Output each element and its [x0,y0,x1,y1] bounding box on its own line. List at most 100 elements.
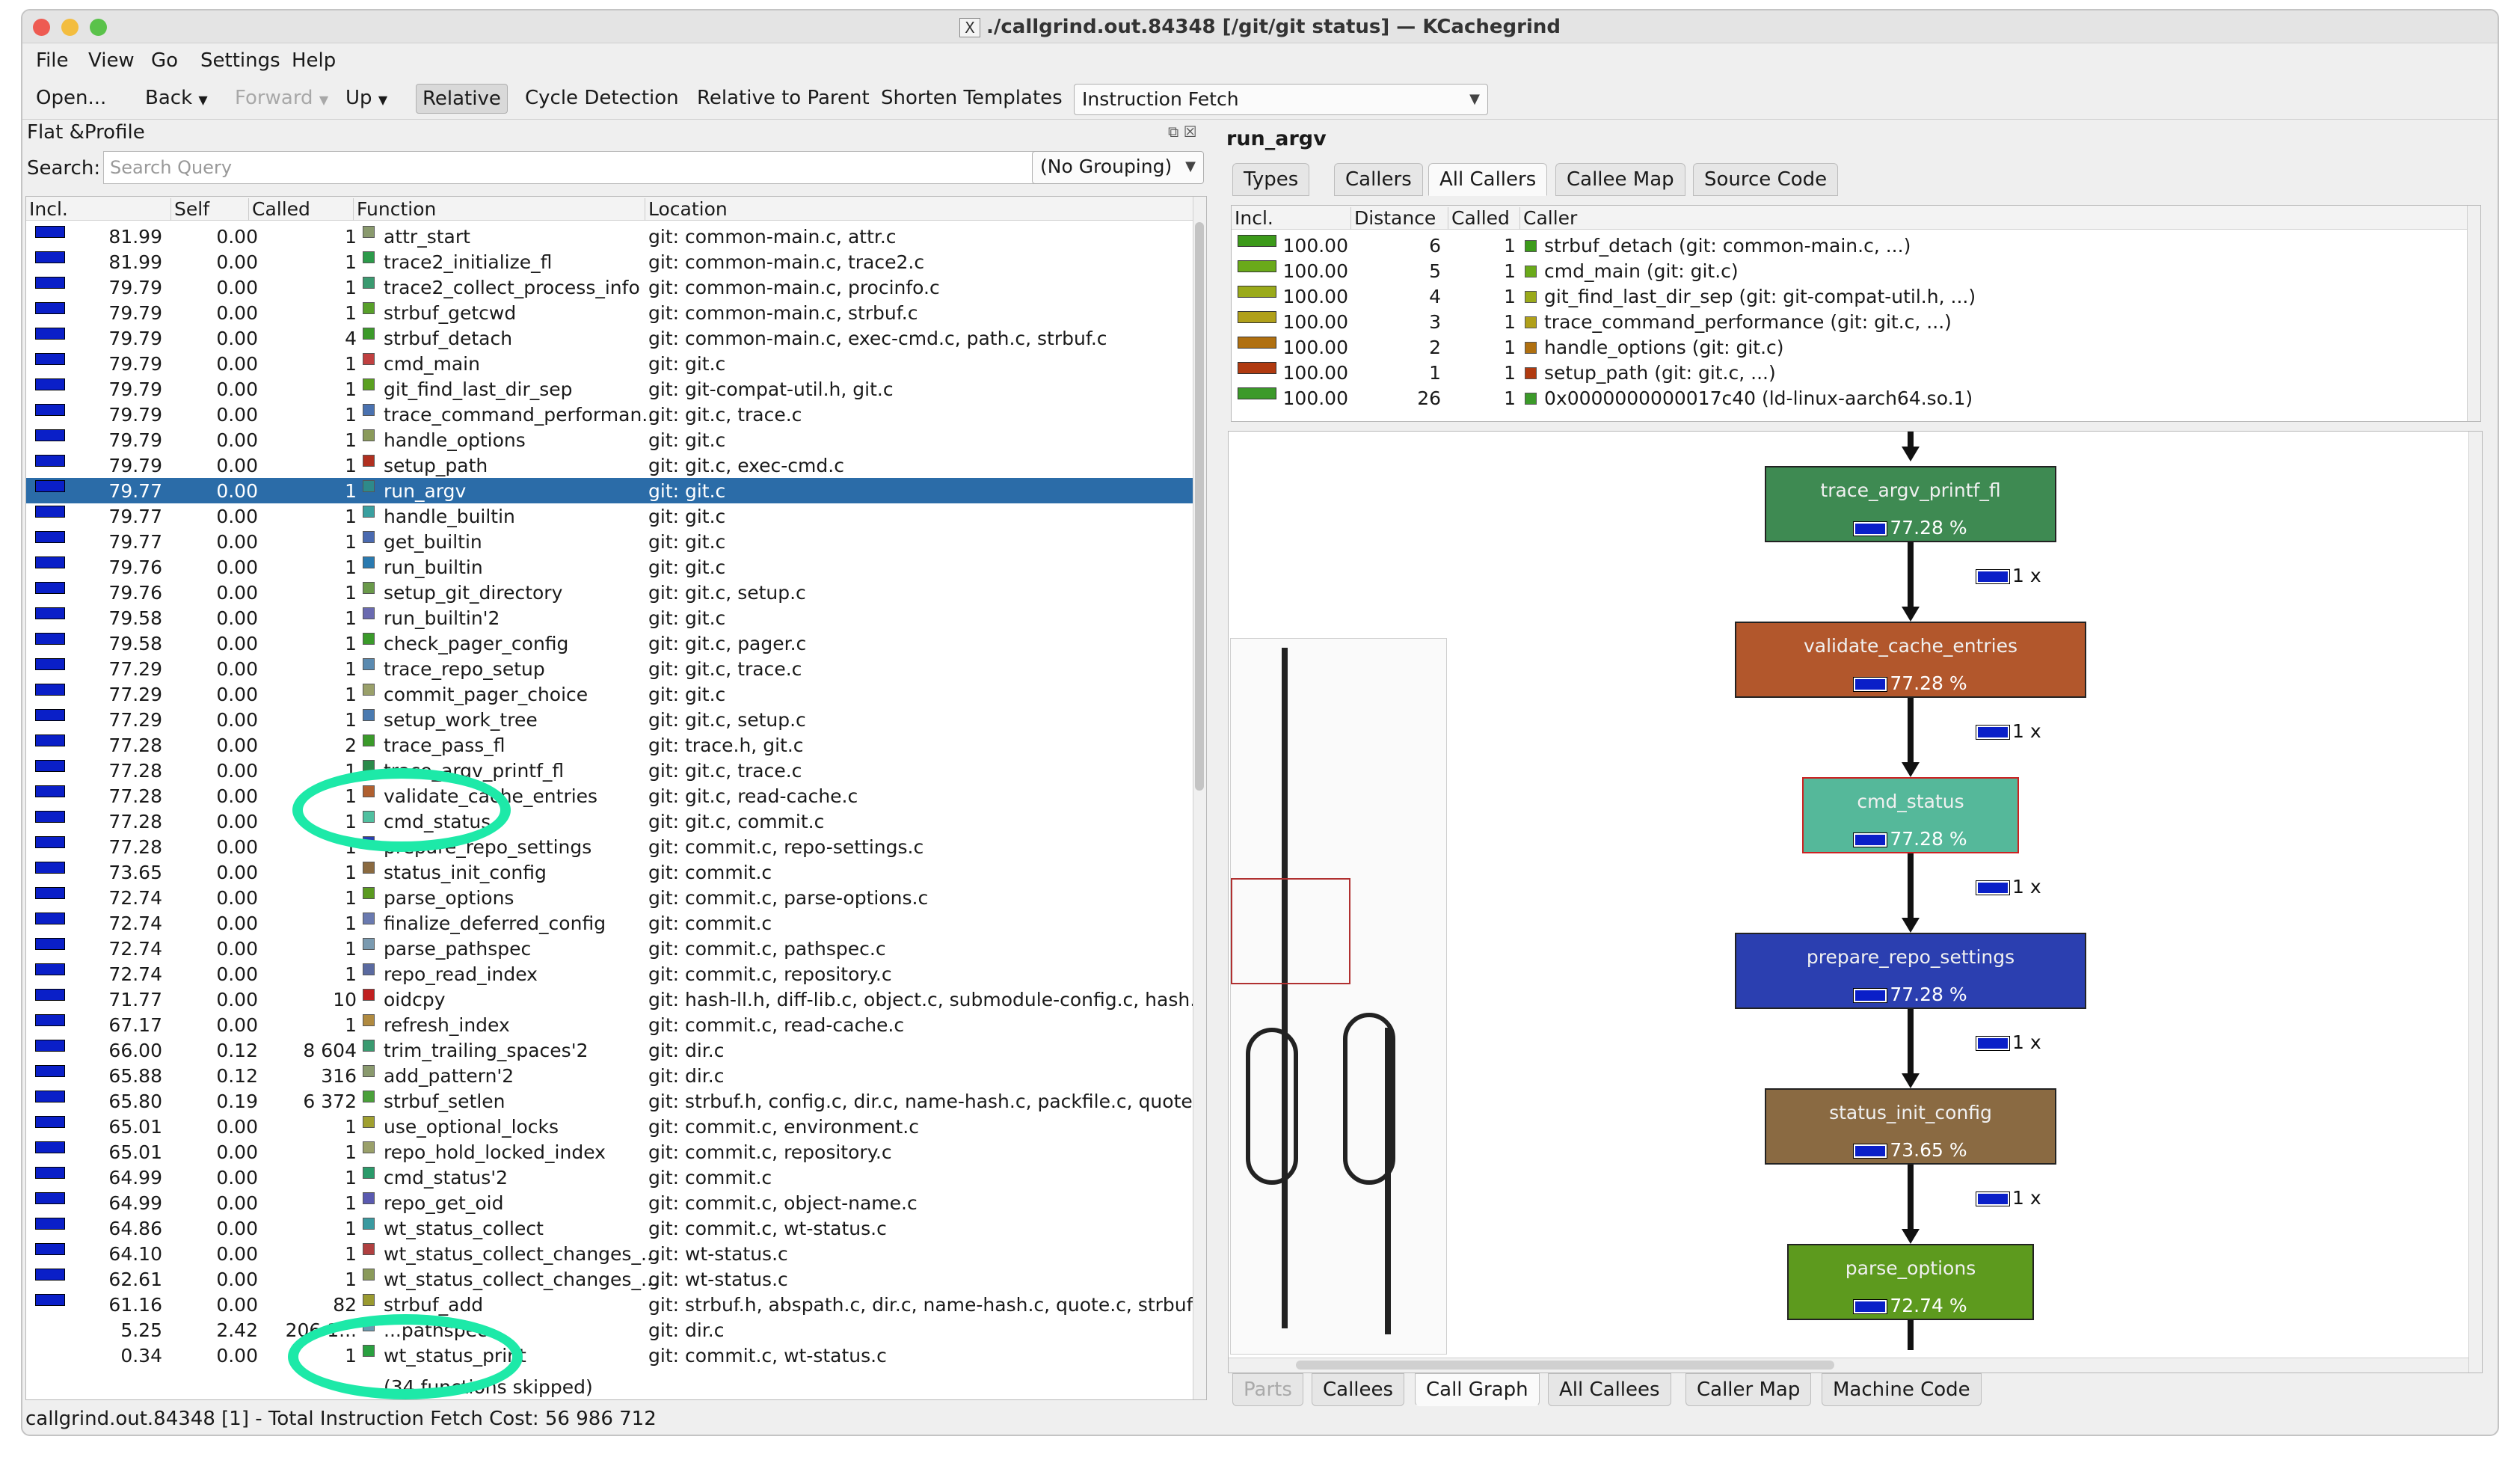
graph-node[interactable]: cmd_status 77.28 % [1802,777,2019,853]
table-row[interactable]: 64.99 0.00 1 repo_get_oid git: commit.c, obj… [26,1190,1194,1215]
up-button[interactable]: Up ▼ [339,84,393,114]
cycle-detection-toggle[interactable]: Cycle Detection [519,84,685,114]
caller-row[interactable]: 100.00 3 1 trace_command_performance (git: … [1232,309,2465,334]
col-incl[interactable]: Incl. [26,198,171,221]
table-row[interactable]: 65.88 0.12 316 add_pattern'2 git: dir.c [26,1063,1194,1088]
tab-callers[interactable]: Callers [1334,163,1423,196]
table-row[interactable]: 61.16 0.00 82 strbuf_add git: strbuf.h, absp… [26,1292,1206,1317]
col-self[interactable]: Self [171,198,249,221]
table-row[interactable]: 64.10 0.00 1 wt_status_collect_changes_... g… [26,1241,1194,1266]
graph-overview-minimap[interactable] [1230,638,1447,1355]
graph-node[interactable]: prepare_repo_settings 77.28 % [1735,933,2086,1009]
menu-go[interactable]: Go [151,49,178,72]
caller-row[interactable]: 100.00 2 1 handle_options (git: git.c) [1232,334,2465,360]
menu-settings[interactable]: Settings [200,49,280,72]
caller-row[interactable]: 100.00 5 1 cmd_main (git: git.c) [1232,258,2465,283]
table-row[interactable]: 81.99 0.00 1 attr_start git: common-main.c, … [26,224,1194,249]
table-row[interactable]: 5.25 2.42 206 1... ...pathspec... git: dir.c [26,1317,1194,1343]
relative-toggle[interactable]: Relative [416,84,508,114]
table-row[interactable]: 71.77 0.00 10 oidcpy git: hash-ll.h, diff-li… [26,987,1206,1012]
tab-machine-code[interactable]: Machine Code [1822,1373,1982,1406]
caller-row[interactable]: 100.00 26 1 0x0000000000017c40 (ld-linux-aa… [1232,385,2465,411]
tab-all-callers[interactable]: All Callers [1428,163,1548,196]
graph-node[interactable]: trace_argv_printf_fl 77.28 % [1765,466,2056,542]
table-row[interactable]: 79.79 0.00 1 trace2_collect_process_info git… [26,275,1194,300]
table-row[interactable]: 81.99 0.00 1 trace2_initialize_fl git: commo… [26,249,1194,275]
table-row[interactable]: 72.74 0.00 1 repo_read_index git: commit.c, … [26,961,1194,987]
table-row[interactable]: 77.28 0.00 1 validate_cache_entries git: git… [26,783,1194,809]
table-row[interactable]: 65.80 0.19 6 372 strbuf_setlen git: strbuf.h… [26,1088,1206,1114]
table-row[interactable]: 79.79 0.00 4 strbuf_detach git: common-main.… [26,325,1194,351]
table-row[interactable]: 77.29 0.00 1 commit_pager_choice git: git.c [26,681,1194,707]
vertical-scrollbar[interactable] [2468,432,2482,1373]
table-row[interactable]: 72.74 0.00 1 parse_options git: commit.c, pa… [26,885,1194,910]
table-row[interactable]: 79.77 0.00 1 handle_builtin git: git.c [26,503,1194,529]
menu-help[interactable]: Help [292,49,336,72]
scrollbar-thumb[interactable] [1296,1361,1834,1370]
scrollbar-thumb[interactable] [1195,222,1204,791]
table-row[interactable]: 79.58 0.00 1 check_pager_config git: git.c, … [26,631,1194,656]
table-row[interactable]: 79.77 0.00 1 run_argv git: git.c [26,478,1194,503]
table-row[interactable]: 67.17 0.00 1 refresh_index git: commit.c, re… [26,1012,1194,1037]
table-row[interactable]: 77.28 0.00 1 prepare_repo_settings git: comm… [26,834,1194,859]
table-row[interactable]: 72.74 0.00 1 finalize_deferred_config git: c… [26,910,1194,936]
menu-file[interactable]: File [36,49,69,72]
vertical-scrollbar[interactable] [1193,197,1206,1399]
tab-callees[interactable]: Callees [1312,1373,1405,1406]
table-row[interactable]: 65.01 0.00 1 use_optional_locks git: commit.… [26,1114,1194,1139]
col-location[interactable]: Location [645,198,1194,221]
tab-caller-map[interactable]: Caller Map [1685,1373,1812,1406]
table-row[interactable]: 79.79 0.00 1 cmd_main git: git.c [26,351,1194,376]
table-row[interactable]: 77.28 0.00 1 trace_argv_printf_fl git: git.c… [26,758,1194,783]
tab-types[interactable]: Types [1232,163,1310,196]
col-distance[interactable]: Distance [1351,207,1448,230]
caller-row[interactable]: 100.00 6 1 strbuf_detach (git: common-main.… [1232,233,2465,258]
table-row[interactable]: 73.65 0.00 1 status_init_config git: commit.… [26,859,1194,885]
table-row[interactable]: 65.01 0.00 1 repo_hold_locked_index git: com… [26,1139,1194,1165]
tab-call-graph[interactable]: Call Graph [1415,1373,1540,1406]
table-row[interactable]: 64.86 0.00 1 wt_status_collect git: commit.c… [26,1215,1194,1241]
table-row[interactable]: 64.99 0.00 1 cmd_status'2 git: commit.c [26,1165,1194,1190]
caller-row[interactable]: 100.00 1 1 setup_path (git: git.c, ...) [1232,360,2465,385]
back-button[interactable]: Back ▼ [139,84,214,114]
tab-all-callees[interactable]: All Callees [1548,1373,1671,1406]
table-row[interactable]: 79.76 0.00 1 setup_git_directory git: git.c,… [26,580,1194,605]
table-row[interactable]: 79.77 0.00 1 get_builtin git: git.c [26,529,1194,554]
caller-row[interactable]: 100.00 4 1 git_find_last_dir_sep (git: git-… [1232,283,2465,309]
col-called[interactable]: Called [1448,207,1520,230]
graph-node[interactable]: validate_cache_entries 77.28 % [1735,622,2086,698]
vertical-scrollbar[interactable] [2467,206,2480,421]
table-row[interactable]: 79.79 0.00 1 setup_path git: git.c, exec-cmd… [26,453,1194,478]
menu-view[interactable]: View [88,49,135,72]
search-input[interactable]: Search Query [103,151,1038,184]
relative-to-parent-toggle[interactable]: Relative to Parent [691,84,876,114]
table-row[interactable]: 77.29 0.00 1 trace_repo_setup git: git.c, tr… [26,656,1194,681]
col-caller[interactable]: Caller [1520,207,2462,230]
table-row[interactable]: 79.58 0.00 1 run_builtin'2 git: git.c [26,605,1194,631]
table-row[interactable]: 72.74 0.00 1 parse_pathspec git: commit.c, p… [26,936,1194,961]
table-row[interactable]: 79.79 0.00 1 git_find_last_dir_sep git: git-… [26,376,1194,402]
table-row[interactable]: 79.79 0.00 1 handle_options git: git.c [26,427,1194,453]
table-row[interactable]: 66.00 0.12 8 604 trim_trailing_spaces'2 git:… [26,1037,1194,1063]
minimap-viewport[interactable] [1231,878,1350,984]
table-row[interactable]: 79.79 0.00 1 trace_command_performan... git:… [26,402,1194,427]
table-row[interactable]: 77.28 0.00 1 cmd_status git: git.c, commit.c [26,809,1194,834]
tab-callee-map[interactable]: Callee Map [1555,163,1685,196]
table-row[interactable]: 79.76 0.00 1 run_builtin git: git.c [26,554,1194,580]
table-row[interactable]: 62.61 0.00 1 wt_status_collect_changes_... g… [26,1266,1194,1292]
graph-node[interactable]: status_init_config 73.65 % [1765,1088,2056,1165]
horizontal-scrollbar[interactable] [1229,1358,2470,1373]
table-row[interactable]: 77.28 0.00 2 trace_pass_fl git: trace.h, git… [26,732,1194,758]
col-function[interactable]: Function [354,198,645,221]
tab-source-code[interactable]: Source Code [1693,163,1839,196]
graph-node[interactable]: parse_options 72.74 % [1787,1244,2034,1320]
grouping-select[interactable]: (No Grouping) ▼ [1032,151,1204,184]
table-row[interactable]: 0.34 0.00 1 wt_status_print git: commit.c, w… [26,1343,1194,1368]
open-button[interactable]: Open... [30,84,112,114]
shorten-templates-toggle[interactable]: Shorten Templates [875,84,1069,114]
event-type-select[interactable]: Instruction Fetch ▼ [1074,84,1488,115]
col-called[interactable]: Called [249,198,354,221]
table-row[interactable]: 79.79 0.00 1 strbuf_getcwd git: common-main.… [26,300,1194,325]
col-incl[interactable]: Incl. [1232,207,1351,230]
call-graph-canvas[interactable]: trace_argv_printf_fl 77.28 % 1 x validate_c… [1228,431,2483,1373]
